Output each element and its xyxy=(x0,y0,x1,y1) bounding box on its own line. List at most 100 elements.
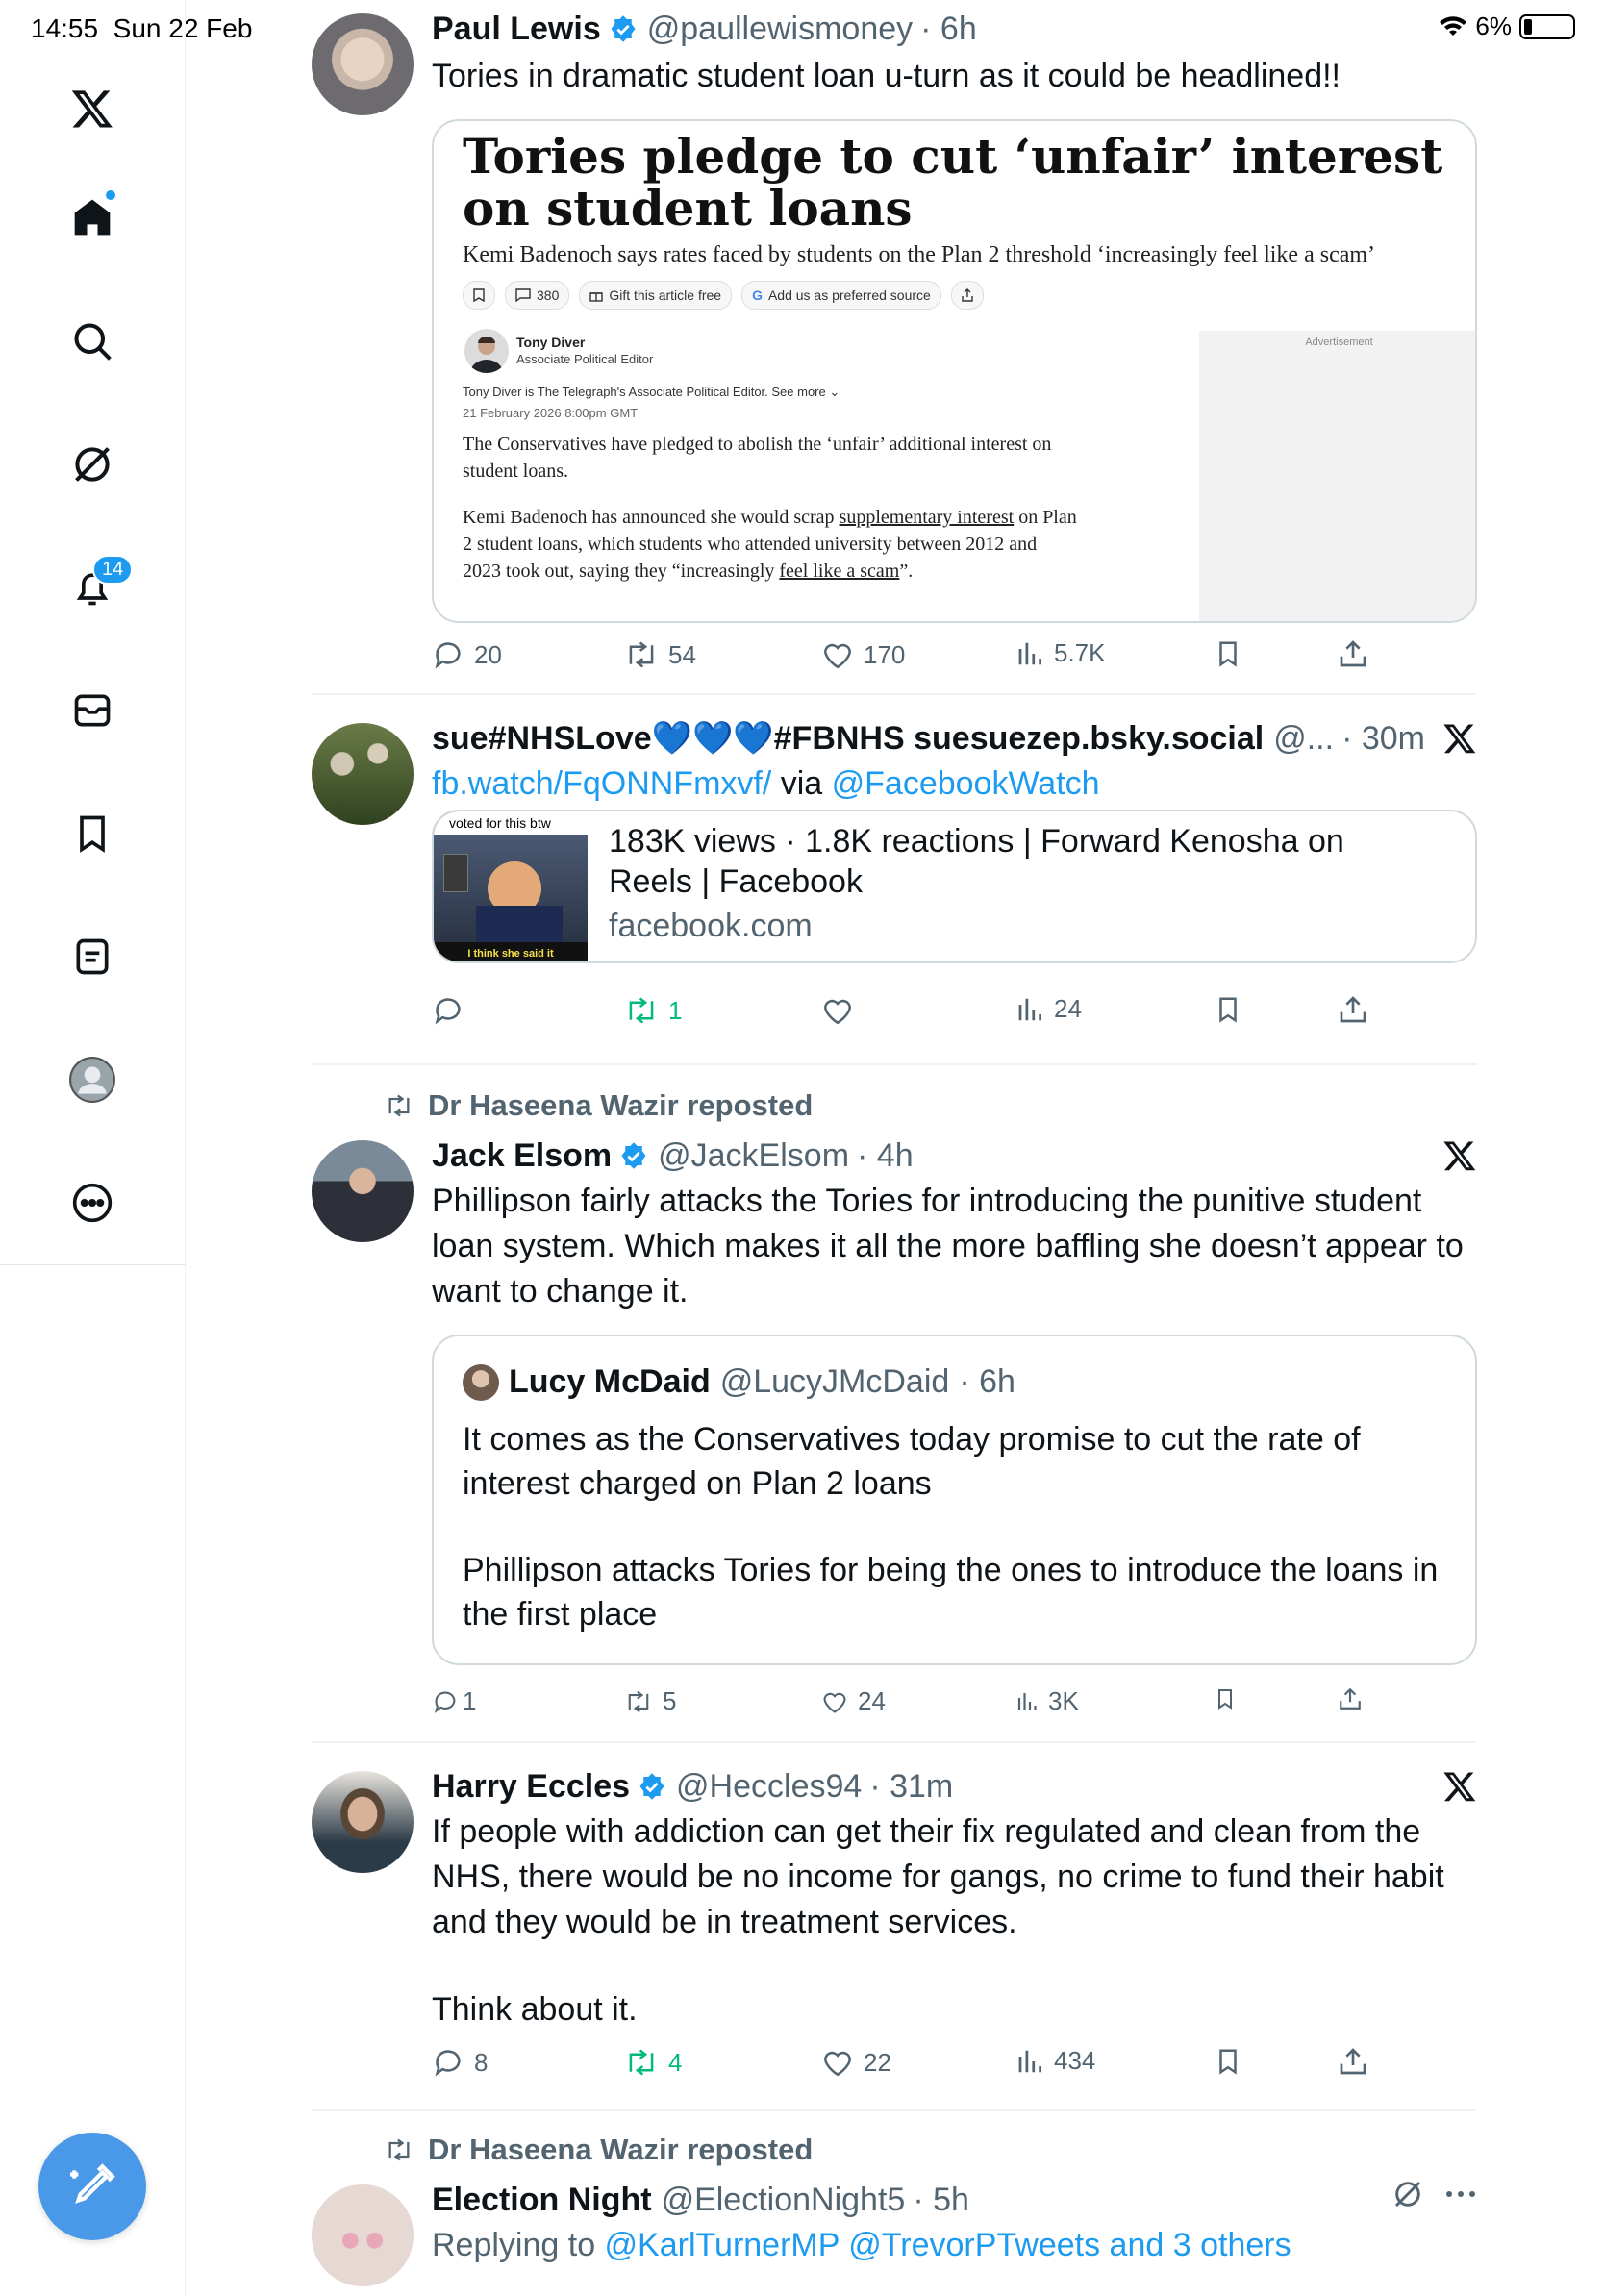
avatar[interactable] xyxy=(312,1771,414,1873)
profile-avatar-icon[interactable] xyxy=(63,1051,121,1109)
grok-icon[interactable] xyxy=(1392,2179,1423,2209)
repost-by-label[interactable]: Dr Haseena Wazir reposted xyxy=(428,2133,813,2167)
author-name[interactable]: Jack Elsom xyxy=(432,1137,612,1175)
like-button[interactable]: 24 xyxy=(821,1686,886,1716)
grok-icon[interactable] xyxy=(63,436,121,493)
link-preview-card[interactable]: voted for this btw I think she said it 1… xyxy=(432,810,1477,963)
share-button[interactable] xyxy=(1338,1686,1363,1711)
article-source-chip: G Add us as preferred source xyxy=(741,281,941,310)
like-button[interactable] xyxy=(821,994,864,1027)
post-link[interactable]: fb.watch/FqONNFmxvf/ xyxy=(432,765,771,802)
reply-button[interactable]: 1 xyxy=(432,1686,476,1716)
post-actions: 1 24 xyxy=(432,994,1477,1036)
more-options-icon[interactable] xyxy=(63,1174,121,1232)
author-name[interactable]: Paul Lewis xyxy=(432,11,601,48)
sidebar-nav: 14 xyxy=(0,0,186,2296)
quoted-post-card[interactable]: Lucy McDaid @LucyJMcDaid · 6h It comes a… xyxy=(432,1335,1477,1665)
repost-button[interactable]: 4 xyxy=(624,2046,682,2079)
post-election-night[interactable]: Dr Haseena Wazir reposted Election Night… xyxy=(312,2131,1477,2296)
verified-badge-icon xyxy=(639,1773,664,1800)
article-card[interactable]: Tories pledge to cut ‘unfair’ interest o… xyxy=(432,119,1477,623)
reply-icon xyxy=(435,2050,461,2077)
author-handle[interactable]: @... xyxy=(1273,720,1334,758)
post-sue[interactable]: sue#NHSLove💙💙💙#FBNHS suesuezep.bsky.soci… xyxy=(312,715,1477,1042)
lists-icon[interactable] xyxy=(63,928,121,986)
author-handle[interactable]: @ElectionNight5 xyxy=(662,2182,906,2219)
bookmark-button[interactable] xyxy=(1214,2046,1242,2077)
like-button[interactable]: 22 xyxy=(821,2046,891,2079)
reply-button[interactable] xyxy=(432,994,474,1027)
more-options-icon[interactable] xyxy=(1444,2189,1477,2199)
post-header: Jack Elsom @JackElsom · 4h xyxy=(432,1133,1477,1179)
advertisement-label: Advertisement xyxy=(1305,337,1373,348)
author-handle[interactable]: @Heccles94 xyxy=(676,1768,862,1806)
post-text: Tories in dramatic student loan u-turn a… xyxy=(432,58,1341,94)
heart-icon xyxy=(823,643,852,669)
link-preview-domain: facebook.com xyxy=(609,908,813,944)
reply-button[interactable]: 20 xyxy=(432,638,502,671)
notifications-icon[interactable]: 14 xyxy=(63,555,134,616)
like-button[interactable]: 170 xyxy=(821,638,905,671)
quoted-post-header: Lucy McDaid @LucyJMcDaid · 6h xyxy=(463,1363,1015,1401)
x-logo-icon[interactable] xyxy=(63,80,121,137)
article-share-chip xyxy=(950,281,984,310)
article-author-photo xyxy=(464,329,509,373)
post-time: · 4h xyxy=(857,1136,914,1174)
verified-badge-icon xyxy=(611,15,636,42)
reply-button[interactable]: 8 xyxy=(432,2046,488,2079)
author-handle[interactable]: @JackElsom xyxy=(658,1137,849,1175)
post-header: Paul Lewis @paullewismoney · 6h xyxy=(432,6,1477,52)
repost-icon xyxy=(629,2049,654,2076)
repost-by-label[interactable]: Dr Haseena Wazir reposted xyxy=(428,1088,813,1123)
views-button[interactable]: 3K xyxy=(1015,1686,1079,1716)
repost-button[interactable]: 1 xyxy=(624,994,682,1027)
author-handle[interactable]: @paullewismoney xyxy=(647,11,913,48)
views-button[interactable]: 434 xyxy=(1015,2046,1095,2076)
bookmark-icon xyxy=(1219,997,1237,1023)
share-button[interactable] xyxy=(1338,994,1368,1025)
avatar[interactable] xyxy=(312,1140,414,1242)
author-name[interactable]: Election Night xyxy=(432,2182,652,2219)
compose-feather-icon xyxy=(70,2163,115,2204)
repost-button[interactable]: 54 xyxy=(624,638,696,671)
compose-post-button[interactable] xyxy=(38,2133,146,2240)
share-button[interactable] xyxy=(1338,638,1368,669)
quoted-author-handle: @LucyJMcDaid xyxy=(719,1363,950,1400)
thumbnail-caption-bottom: I think she said it xyxy=(434,942,588,961)
author-name[interactable]: sue#NHSLove💙💙💙#FBNHS suesuezep.bsky.soci… xyxy=(432,719,1264,758)
avatar[interactable] xyxy=(312,2184,414,2286)
post-harry-eccles[interactable]: Harry Eccles @Heccles94 · 31m If people … xyxy=(312,1763,1477,2090)
post-paul-lewis[interactable]: Paul Lewis @paullewismoney · 6h Tories i… xyxy=(312,6,1477,688)
views-button[interactable]: 5.7K xyxy=(1015,638,1106,668)
post-divider xyxy=(312,2109,1477,2111)
battery-percent: 6% xyxy=(1475,12,1512,40)
article-author-name: Tony Diver xyxy=(516,335,586,350)
bookmark-icon xyxy=(1218,1689,1232,1710)
messages-icon[interactable] xyxy=(63,682,121,739)
bookmarks-icon[interactable] xyxy=(63,805,121,862)
article-standfirst: Kemi Badenoch says rates faced by studen… xyxy=(463,242,1376,267)
bookmark-button[interactable] xyxy=(1214,994,1242,1025)
heart-icon xyxy=(823,999,852,1025)
bookmark-button[interactable] xyxy=(1214,1686,1237,1711)
x-logo-icon xyxy=(1443,1772,1476,1802)
search-icon[interactable] xyxy=(63,312,121,370)
repost-button[interactable]: 5 xyxy=(624,1686,676,1716)
article-paragraph-1: The Conservatives have pledged to abolis… xyxy=(463,434,1052,482)
share-button[interactable] xyxy=(1338,2046,1368,2077)
views-chart-icon xyxy=(1017,1692,1037,1710)
quoted-post-text: It comes as the Conservatives today prom… xyxy=(463,1421,1439,1633)
views-button[interactable]: 24 xyxy=(1015,994,1082,1024)
post-time: · 5h xyxy=(913,2181,969,2218)
avatar[interactable] xyxy=(312,723,414,825)
author-name[interactable]: Harry Eccles xyxy=(432,1768,630,1806)
post-time: · 31m xyxy=(869,1767,954,1805)
replying-to-links[interactable]: @KarlTurnerMP @TrevorPTweets and 3 other… xyxy=(605,2227,1291,2263)
avatar[interactable] xyxy=(312,13,414,115)
link-preview-thumbnail: voted for this btw I think she said it xyxy=(434,811,588,961)
mention-link[interactable]: @FacebookWatch xyxy=(832,765,1100,802)
post-jack-elsom[interactable]: Dr Haseena Wazir reposted Jack Elsom @Ja… xyxy=(312,1086,1477,1721)
home-icon[interactable] xyxy=(63,188,121,246)
bookmark-button[interactable] xyxy=(1214,638,1242,669)
bookmark-icon xyxy=(1219,641,1237,667)
